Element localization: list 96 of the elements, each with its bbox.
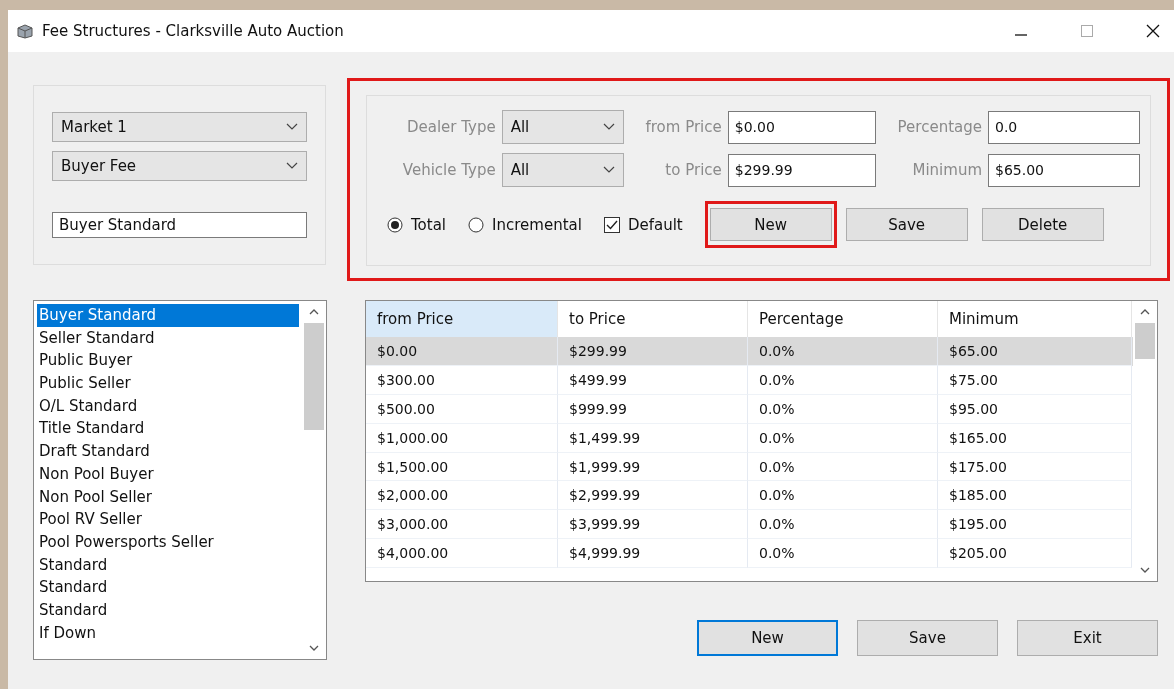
table-row[interactable]: $300.00 $499.99 0.0% $75.00	[366, 365, 1133, 395]
name-field[interactable]: Buyer Standard	[52, 212, 307, 238]
footer-button[interactable]: New	[697, 620, 838, 656]
window-title: Fee Structures - Clarksville Auto Auction	[42, 22, 344, 40]
table-cell: $299.99	[558, 337, 748, 366]
table-row[interactable]: $1,500.00 $1,999.99 0.0% $175.00	[366, 452, 1133, 482]
field-label: Minimum	[911, 161, 982, 179]
value-field[interactable]: $299.99	[727, 153, 876, 187]
table-row[interactable]: $0.00 $299.99 0.0% $65.00	[366, 337, 1133, 366]
radio-button[interactable]	[468, 216, 485, 233]
table-cell: 0.0%	[748, 365, 938, 395]
scroll-down-icon[interactable]	[1140, 567, 1150, 573]
table-cell: 0.0%	[748, 423, 938, 453]
list-item[interactable]: Seller Standard	[37, 326, 299, 350]
checkbox-label: Default	[627, 215, 683, 234]
type-dropdown[interactable]: All	[501, 110, 624, 144]
list-item[interactable]: Buyer Standard	[37, 304, 299, 327]
table-cell: 0.0%	[748, 394, 938, 424]
table-cell: 0.0%	[748, 510, 938, 540]
radio-label: Total	[411, 215, 447, 234]
list-item[interactable]: Standard	[37, 576, 299, 599]
list-item[interactable]: Pool RV Seller	[37, 508, 299, 531]
market-dropdown[interactable]: Market 1	[52, 112, 307, 143]
list-item[interactable]: Public Buyer	[37, 349, 299, 373]
list-item[interactable]: O/L Standard	[37, 394, 299, 418]
list-item[interactable]: Non Pool Seller	[37, 485, 299, 509]
table-cell: $2,999.99	[558, 481, 748, 511]
scrollbar-thumb[interactable]	[304, 323, 324, 430]
table-cell: $65.00	[938, 337, 1132, 366]
table-cell: $4,000.00	[366, 539, 558, 569]
chevron-down-icon	[602, 166, 615, 174]
table-cell: $205.00	[938, 539, 1132, 569]
close-icon[interactable]	[1146, 24, 1160, 38]
table-cell: $0.00	[366, 337, 558, 366]
table-cell: $300.00	[366, 365, 558, 395]
field-label: to Price	[664, 161, 722, 179]
table-row[interactable]: $1,000.00 $1,499.99 0.0% $165.00	[366, 423, 1133, 453]
table-cell: $75.00	[938, 365, 1132, 395]
list-item[interactable]: Standard	[37, 553, 299, 577]
scrollbar-thumb[interactable]	[1135, 323, 1155, 359]
column-header[interactable]: from Price	[366, 301, 558, 337]
table-cell: $3,999.99	[558, 510, 748, 540]
radio-button[interactable]	[387, 216, 403, 233]
table-cell: 0.0%	[748, 452, 938, 482]
field-label: Dealer Type	[405, 118, 496, 136]
list-item[interactable]: Pool Powersports Seller	[37, 530, 299, 554]
table-cell: $999.99	[558, 394, 748, 424]
checkbox[interactable]	[603, 216, 620, 233]
chevron-down-icon	[286, 162, 298, 171]
table-cell: $165.00	[938, 423, 1132, 453]
scroll-down-icon[interactable]	[309, 645, 319, 651]
list-item[interactable]: Draft Standard	[37, 440, 299, 463]
chevron-down-icon	[602, 123, 615, 131]
table-cell: $1,999.99	[558, 452, 748, 482]
chevron-down-icon	[286, 123, 298, 132]
table-cell: $3,000.00	[366, 510, 558, 540]
list-item[interactable]: Public Seller	[37, 372, 299, 395]
box-icon	[16, 23, 34, 39]
footer-button[interactable]: Exit	[1017, 620, 1158, 656]
table-row[interactable]: $2,000.00 $2,999.99 0.0% $185.00	[366, 481, 1133, 511]
table-cell: $175.00	[938, 452, 1132, 482]
table-cell: $1,499.99	[558, 423, 748, 453]
table-cell: 0.0%	[748, 481, 938, 511]
table-cell: $4,999.99	[558, 539, 748, 569]
action-button[interactable]: New	[709, 208, 832, 241]
fee-type-dropdown[interactable]: Buyer Fee	[52, 151, 307, 182]
field-label: Vehicle Type	[401, 161, 496, 179]
list-item[interactable]: Non Pool Buyer	[37, 462, 299, 486]
table-cell: $1,000.00	[366, 423, 558, 453]
table-cell: $95.00	[938, 394, 1132, 424]
value-field[interactable]: $0.00	[727, 110, 876, 144]
list-item[interactable]: Standard	[37, 598, 299, 622]
list-item[interactable]: If Down	[37, 621, 299, 645]
table-row[interactable]: $4,000.00 $4,999.99 0.0% $205.00	[366, 539, 1133, 569]
radio-label: Incremental	[492, 215, 582, 234]
table-cell: $500.00	[366, 394, 558, 424]
table-row[interactable]: $500.00 $999.99 0.0% $95.00	[366, 394, 1133, 424]
action-button[interactable]: Save	[845, 208, 968, 241]
table-cell: $2,000.00	[366, 481, 558, 511]
table-cell: 0.0%	[748, 539, 938, 569]
scroll-up-icon[interactable]	[309, 309, 319, 315]
type-dropdown[interactable]: All	[501, 153, 624, 187]
table-cell: $195.00	[938, 510, 1132, 540]
table-row[interactable]: $3,000.00 $3,999.99 0.0% $195.00	[366, 510, 1133, 540]
value-field[interactable]: 0.0	[988, 110, 1140, 144]
table-cell: $185.00	[938, 481, 1132, 511]
table-cell: $499.99	[558, 365, 748, 395]
table-cell: $1,500.00	[366, 452, 558, 482]
field-label: Percentage	[896, 118, 982, 136]
footer-button[interactable]: Save	[857, 620, 998, 656]
action-button[interactable]: Delete	[981, 208, 1104, 241]
list-item[interactable]: Title Standard	[37, 417, 299, 441]
field-label: from Price	[644, 118, 722, 136]
table-cell: 0.0%	[748, 337, 938, 366]
value-field[interactable]: $65.00	[988, 153, 1140, 187]
scroll-up-icon[interactable]	[1140, 309, 1150, 315]
